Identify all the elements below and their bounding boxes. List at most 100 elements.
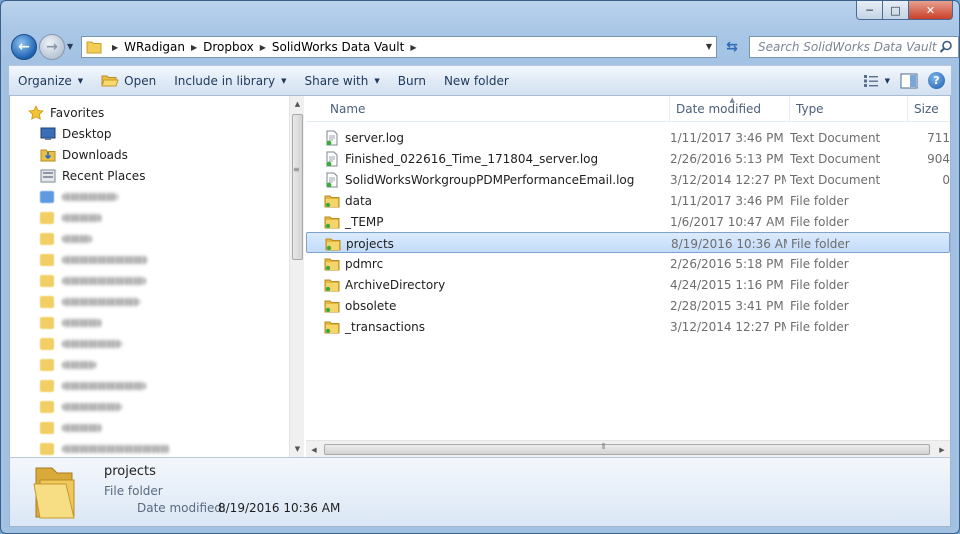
details-item-name: projects xyxy=(104,464,156,479)
file-type-cell: Text Document xyxy=(790,151,881,166)
file-date-cell: 3/12/2014 12:27 PM xyxy=(670,319,786,334)
scroll-down-icon[interactable]: ▼ xyxy=(290,441,305,457)
file-row[interactable]: _TEMP 1/6/2017 10:47 AM File folder xyxy=(306,211,950,232)
column-header-size[interactable]: Size xyxy=(908,96,950,122)
nav-redacted-item[interactable] xyxy=(10,417,288,438)
nav-favorites[interactable]: Favorites xyxy=(10,102,288,123)
column-header-type[interactable]: Type xyxy=(790,96,908,122)
breadcrumb-separator-icon[interactable]: ▶ xyxy=(410,43,416,52)
scroll-right-icon[interactable]: ▶ xyxy=(934,441,950,457)
column-header-date-modified[interactable]: ▲ Date modified xyxy=(670,96,790,122)
nav-scroll-thumb[interactable] xyxy=(292,114,303,260)
nav-pane-scrollbar[interactable]: ▲ ≡ ▼ xyxy=(289,96,304,457)
chevron-down-icon: ▼ xyxy=(374,76,380,85)
file-size-cell xyxy=(911,233,950,254)
file-name-cell[interactable]: data xyxy=(324,190,664,211)
file-row[interactable]: _transactions 3/12/2014 12:27 PM File fold… xyxy=(306,316,950,337)
close-button[interactable]: ✕ xyxy=(909,1,953,20)
file-name-cell[interactable]: _transactions xyxy=(324,316,664,337)
new-folder-button[interactable]: New folder xyxy=(435,66,518,95)
nav-desktop[interactable]: Desktop xyxy=(10,123,288,144)
nav-redacted-item[interactable] xyxy=(10,249,288,270)
nav-redacted-item[interactable] xyxy=(10,396,288,417)
share-with-button[interactable]: Share with ▼ xyxy=(295,66,388,95)
nav-redacted-item[interactable] xyxy=(10,438,288,459)
nav-redacted-item[interactable] xyxy=(10,207,288,228)
file-name-cell[interactable]: server.log xyxy=(324,127,664,148)
computer-icon xyxy=(40,190,54,203)
file-type-cell: File folder xyxy=(790,214,849,229)
folder-icon xyxy=(324,298,340,314)
column-header-name[interactable]: Name xyxy=(324,96,670,122)
navigation-tree: Favorites Desktop Downloads Recent Place… xyxy=(10,102,288,459)
file-row[interactable]: SolidWorksWorkgroupPDMPerformanceEmail.l… xyxy=(306,169,950,190)
folder-icon xyxy=(324,256,340,272)
search-icon[interactable] xyxy=(939,40,953,57)
organize-button[interactable]: Organize ▼ xyxy=(9,66,92,95)
include-in-library-button[interactable]: Include in library ▼ xyxy=(165,66,295,95)
nav-redacted-item[interactable] xyxy=(10,186,288,207)
nav-redacted-item[interactable] xyxy=(10,375,288,396)
folder-icon xyxy=(325,236,341,252)
breadcrumb-solidworks-data-vault[interactable]: SolidWorks Data Vault xyxy=(272,40,404,54)
file-row[interactable]: pdmrc 2/26/2016 5:18 PM File folder xyxy=(306,253,950,274)
search-input[interactable]: Search SolidWorks Data Vault xyxy=(749,36,959,58)
nav-redacted-item[interactable] xyxy=(10,333,288,354)
back-button[interactable]: ← xyxy=(11,34,37,60)
file-name-cell[interactable]: _TEMP xyxy=(324,211,664,232)
text-doc-icon xyxy=(324,151,340,167)
nav-redacted-item[interactable] xyxy=(10,312,288,333)
nav-redacted-item[interactable] xyxy=(10,270,288,291)
nav-downloads[interactable]: Downloads xyxy=(10,144,288,165)
file-list-hscrollbar[interactable]: ◀ ⦀ ▶ xyxy=(306,440,950,457)
nav-redacted-item[interactable] xyxy=(10,354,288,375)
details-date-label: Date modified: xyxy=(137,501,227,515)
file-type-cell: File folder xyxy=(790,298,849,313)
column-headers: Name ▲ Date modified Type Size xyxy=(306,96,950,122)
scroll-up-icon[interactable]: ▲ xyxy=(290,96,305,112)
folder-icon xyxy=(40,358,54,371)
refresh-button[interactable]: ⇆ xyxy=(721,36,743,58)
file-name-cell[interactable]: ArchiveDirectory xyxy=(324,274,664,295)
nav-redacted-item[interactable] xyxy=(10,228,288,249)
chevron-down-icon[interactable]: ▼ xyxy=(885,77,890,85)
recent-pages-dropdown[interactable]: ▼ xyxy=(67,42,73,51)
file-size-cell xyxy=(910,190,950,211)
breadcrumb-separator-icon[interactable]: ▶ xyxy=(191,43,197,52)
file-name-cell[interactable]: Finished_022616_Time_171804_server.log xyxy=(324,148,664,169)
open-button[interactable]: Open xyxy=(92,66,165,95)
file-size-cell: 711 xyxy=(927,130,950,145)
breadcrumb-dropbox[interactable]: Dropbox xyxy=(203,40,254,54)
file-row[interactable]: data 1/11/2017 3:46 PM File folder xyxy=(306,190,950,211)
file-name-cell[interactable]: projects xyxy=(325,233,665,254)
minimize-button[interactable]: ─ xyxy=(856,1,883,20)
breadcrumb-separator-icon[interactable]: ▶ xyxy=(260,43,266,52)
file-name-cell[interactable]: obsolete xyxy=(324,295,664,316)
file-row[interactable]: obsolete 2/28/2015 3:41 PM File folder xyxy=(306,295,950,316)
address-dropdown-icon[interactable]: ▼ xyxy=(706,42,712,51)
address-bar[interactable]: ▶ WRadigan ▶ Dropbox ▶ SolidWorks Data V… xyxy=(81,36,717,58)
folder-icon xyxy=(40,295,54,308)
help-icon[interactable]: ? xyxy=(928,72,945,89)
scroll-left-icon[interactable]: ◀ xyxy=(306,441,322,457)
maximize-button[interactable]: □ xyxy=(883,1,909,20)
file-row[interactable]: ArchiveDirectory 4/24/2015 1:16 PM File fo… xyxy=(306,274,950,295)
nav-redacted-item[interactable] xyxy=(10,291,288,312)
file-date-cell: 1/6/2017 10:47 AM xyxy=(670,214,785,229)
hscroll-thumb[interactable] xyxy=(324,444,930,455)
file-type-cell: File folder xyxy=(791,236,850,251)
preview-pane-icon[interactable] xyxy=(900,73,918,89)
file-name-cell[interactable]: SolidWorksWorkgroupPDMPerformanceEmail.l… xyxy=(324,169,664,190)
recent-places-icon xyxy=(40,168,56,184)
file-row[interactable]: server.log 1/11/2017 3:46 PM Text Document… xyxy=(306,127,950,148)
breadcrumb-wradigan[interactable]: WRadigan xyxy=(124,40,185,54)
view-options-icon[interactable]: ▼ xyxy=(863,74,890,87)
file-name-cell[interactable]: pdmrc xyxy=(324,253,664,274)
folder-icon xyxy=(40,274,54,287)
breadcrumb-separator-icon[interactable]: ▶ xyxy=(112,43,118,52)
forward-button[interactable]: → xyxy=(39,34,65,60)
burn-button[interactable]: Burn xyxy=(389,66,435,95)
file-row[interactable]: Finished_022616_Time_171804_server.log 2/… xyxy=(306,148,950,169)
nav-recent-places[interactable]: Recent Places xyxy=(10,165,288,186)
file-row[interactable]: projects 8/19/2016 10:36 AM File folder xyxy=(306,232,950,253)
